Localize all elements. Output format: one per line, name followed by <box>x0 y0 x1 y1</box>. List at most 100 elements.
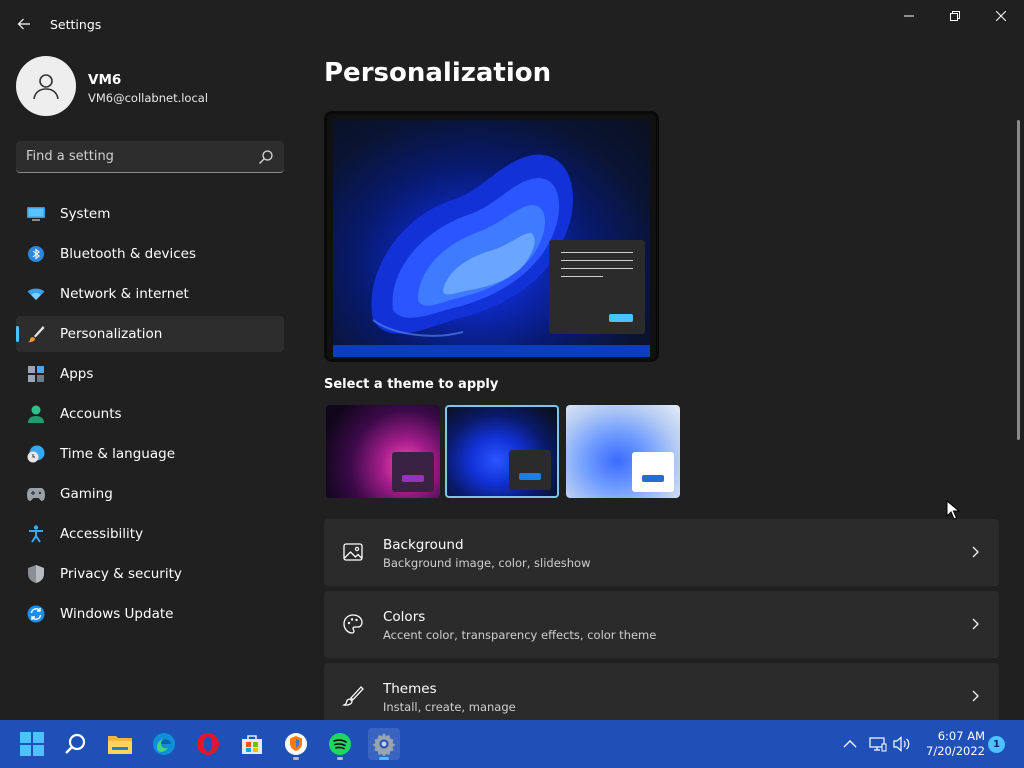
thumb-bar <box>402 475 424 482</box>
minimize-button[interactable] <box>886 4 932 28</box>
preview-accent-button <box>609 314 633 322</box>
theme-preview <box>324 111 659 362</box>
running-indicator <box>337 757 343 760</box>
notification-badge[interactable]: 1 <box>988 736 1005 753</box>
accessibility-icon <box>26 524 46 544</box>
preview-line <box>561 276 603 277</box>
bluetooth-icon <box>26 244 46 264</box>
wallpaper-preview <box>333 120 650 357</box>
sidebar-item-time-language[interactable]: Time & language <box>16 436 284 472</box>
sidebar-item-label: Time & language <box>60 446 176 462</box>
taskbar-store[interactable] <box>236 728 268 760</box>
sample-window-preview <box>549 240 645 334</box>
taskbar-spotify[interactable] <box>324 728 356 760</box>
sidebar-item-label: System <box>60 206 111 222</box>
apps-icon <box>26 364 46 384</box>
sidebar-item-windows-update[interactable]: Windows Update <box>16 596 284 632</box>
sidebar-item-privacy[interactable]: Privacy & security <box>16 556 284 592</box>
sidebar-item-personalization[interactable]: Personalization <box>16 316 284 352</box>
taskbar-settings[interactable] <box>368 728 400 760</box>
sidebar-item-label: Bluetooth & devices <box>60 246 197 262</box>
clock-globe-icon <box>26 444 46 464</box>
paintbrush-icon <box>26 324 46 344</box>
close-button[interactable] <box>978 4 1024 28</box>
avatar <box>16 56 76 116</box>
sidebar-item-label: Windows Update <box>60 606 174 622</box>
theme-thumb-glow[interactable] <box>326 405 440 498</box>
search-box[interactable] <box>16 141 284 173</box>
image-icon <box>343 543 363 561</box>
theme-thumb-windows-dark[interactable] <box>445 405 559 498</box>
search-input[interactable] <box>16 141 252 172</box>
row-title: Background <box>383 537 464 553</box>
back-button[interactable] <box>12 12 36 36</box>
row-description: Accent color, transparency effects, colo… <box>383 628 657 642</box>
row-title: Colors <box>383 609 426 625</box>
shield-icon <box>26 564 46 584</box>
sidebar-item-accessibility[interactable]: Accessibility <box>16 516 284 552</box>
search-icon <box>65 733 86 754</box>
sidebar-item-label: Personalization <box>60 326 163 342</box>
thumb-bar <box>642 475 664 482</box>
thumb-card <box>392 452 434 492</box>
row-title: Themes <box>383 681 437 697</box>
restore-button[interactable] <box>932 4 978 28</box>
taskbar-edge[interactable] <box>148 728 180 760</box>
running-indicator <box>293 757 299 760</box>
sidebar-item-accounts[interactable]: Accounts <box>16 396 284 432</box>
gamepad-icon <box>26 484 46 504</box>
title-bar: Settings <box>0 0 1024 48</box>
start-icon <box>20 732 44 756</box>
close-icon <box>996 11 1006 21</box>
sidebar-item-apps[interactable]: Apps <box>16 356 284 392</box>
theme-section-label: Select a theme to apply <box>324 377 499 392</box>
taskbar-search-button[interactable] <box>60 728 92 760</box>
network-icon <box>869 737 887 752</box>
sidebar-item-bluetooth[interactable]: Bluetooth & devices <box>16 236 284 272</box>
sidebar-item-network[interactable]: Network & internet <box>16 276 284 312</box>
taskbar: 6:07 AM 7/20/2022 <box>0 720 1024 768</box>
sidebar-item-label: Network & internet <box>60 286 189 302</box>
spotify-icon <box>329 733 351 755</box>
user-icon <box>33 74 59 100</box>
mouse-cursor-icon <box>946 500 960 520</box>
tray-overflow-button[interactable] <box>840 734 860 754</box>
minimize-icon <box>904 15 914 17</box>
sidebar-item-system[interactable]: System <box>16 196 284 232</box>
file-explorer-icon <box>108 736 132 754</box>
palette-icon <box>343 614 363 634</box>
taskbar-clock[interactable]: 6:07 AM 7/20/2022 <box>915 729 985 759</box>
opera-icon <box>197 733 219 755</box>
tray-network[interactable] <box>868 734 888 754</box>
thumb-card <box>509 450 551 490</box>
theme-picker <box>324 405 684 498</box>
chevron-right-icon <box>972 690 979 702</box>
thumb-bar <box>519 473 541 480</box>
volume-icon <box>893 736 910 752</box>
search-icon[interactable] <box>258 149 274 165</box>
taskbar-vpn[interactable] <box>280 728 312 760</box>
app-title: Settings <box>50 17 102 32</box>
user-email: VM6@collabnet.local <box>88 91 209 105</box>
setting-row-background[interactable]: Background Background image, color, slid… <box>324 519 999 586</box>
setting-row-colors[interactable]: Colors Accent color, transparency effect… <box>324 591 999 658</box>
personalization-settings-list: Background Background image, color, slid… <box>324 519 999 735</box>
user-profile[interactable]: VM6 VM6@collabnet.local <box>16 56 296 118</box>
row-description: Install, create, manage <box>383 700 516 714</box>
preview-line <box>561 252 633 253</box>
sidebar-item-label: Privacy & security <box>60 566 182 582</box>
restore-icon <box>950 11 960 21</box>
preview-taskbar <box>333 345 650 357</box>
thumb-card <box>632 452 674 492</box>
theme-thumb-windows-light[interactable] <box>566 405 680 498</box>
taskbar-opera[interactable] <box>192 728 224 760</box>
tray-volume[interactable] <box>892 734 912 754</box>
edge-icon <box>153 733 175 755</box>
sidebar-item-label: Apps <box>60 366 94 382</box>
active-indicator <box>379 757 389 760</box>
start-button[interactable] <box>16 728 48 760</box>
taskbar-file-explorer[interactable] <box>104 728 136 760</box>
monitor-icon <box>26 204 46 224</box>
sidebar-item-gaming[interactable]: Gaming <box>16 476 284 512</box>
scrollbar[interactable] <box>1017 120 1020 440</box>
